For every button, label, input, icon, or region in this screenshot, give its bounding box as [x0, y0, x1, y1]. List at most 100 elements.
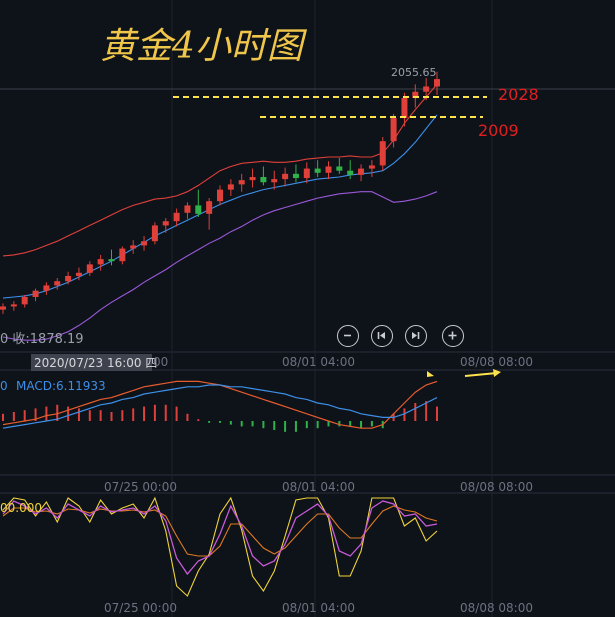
candle-body[interactable]: [65, 275, 72, 282]
candle-body[interactable]: [347, 170, 354, 175]
crosshair-time-text: 2020/07/23 16:00 四: [34, 356, 157, 370]
candle-body[interactable]: [0, 306, 6, 310]
macd-histogram-bar: [338, 421, 341, 427]
macd-histogram-bar: [121, 410, 124, 421]
macd-histogram-bar: [316, 421, 319, 429]
macd-value-label: MACD:6.11933: [16, 379, 106, 393]
candle-body[interactable]: [32, 290, 39, 297]
candle-body[interactable]: [75, 272, 82, 276]
candle-body[interactable]: [423, 86, 430, 92]
macd-histogram-bar: [219, 421, 221, 423]
x-tick-label: 08/01 04:00: [282, 355, 355, 369]
chart-stage: 黄金4小时图 2055.65 2028 2009 0 收:1878.19 2020/07/…: [0, 0, 615, 617]
macd-histogram-bar: [88, 410, 91, 421]
x-tick-label: 08/01 04:00: [282, 480, 355, 494]
zoom-out-button[interactable]: [337, 325, 359, 347]
level-label-2028: 2028: [498, 85, 539, 104]
candle-body[interactable]: [401, 98, 408, 119]
chart-canvas[interactable]: 黄金4小时图 2055.65 2028 2009 0 收:1878.19 2020/07/…: [0, 0, 615, 617]
macd-histogram-bar: [284, 421, 287, 432]
bollinger-middle-line: [2, 114, 438, 299]
macd-histogram-bar: [175, 406, 178, 421]
x-tick-label: 07/25 00:00: [104, 480, 177, 494]
candle-body[interactable]: [195, 205, 202, 214]
last-price-label: 2055.65: [391, 66, 437, 79]
macd-histogram-bar: [12, 412, 15, 421]
candle-body[interactable]: [151, 225, 158, 242]
macd-histogram-bar: [164, 404, 167, 421]
macd-histogram-bar: [436, 406, 438, 421]
candle-body[interactable]: [303, 168, 310, 179]
macd-histogram-bar: [153, 404, 156, 421]
candle-body[interactable]: [217, 189, 223, 202]
macd-histogram-bar: [370, 421, 373, 427]
candle-body[interactable]: [206, 201, 213, 214]
candle-body[interactable]: [379, 141, 386, 166]
macd-histogram-bar: [23, 410, 26, 421]
candle-body[interactable]: [97, 259, 104, 265]
macd-histogram-bar: [251, 421, 254, 427]
macd-histogram-bar: [186, 413, 189, 421]
macd-histogram-bar: [262, 421, 265, 429]
macd-histogram-bar: [45, 406, 48, 421]
candle-body[interactable]: [325, 166, 332, 173]
x-tick-label: 08/08 08:00: [460, 480, 533, 494]
level-label-2009: 2009: [478, 121, 519, 140]
candle-body[interactable]: [141, 241, 148, 246]
candle-body[interactable]: [162, 221, 169, 226]
candle-body[interactable]: [108, 259, 115, 262]
candle-body[interactable]: [390, 118, 397, 142]
macd-histogram-bar: [67, 406, 70, 421]
close-price-readout: 0 收:1878.19: [0, 332, 84, 347]
macd-histogram-bar: [197, 419, 200, 421]
candle-body[interactable]: [292, 173, 299, 179]
macd-histogram-bar: [132, 408, 135, 421]
candle-body[interactable]: [119, 248, 126, 262]
macd-histogram-bar: [360, 421, 363, 429]
candle-body[interactable]: [336, 166, 343, 171]
minus-icon: [344, 334, 351, 337]
candle-body[interactable]: [282, 173, 289, 180]
candle-body[interactable]: [173, 212, 180, 222]
candle-body[interactable]: [238, 180, 245, 185]
kdj-k-line: [2, 500, 438, 576]
zoom-in-button[interactable]: [442, 325, 464, 347]
candle-body[interactable]: [260, 177, 267, 183]
previous-button[interactable]: [371, 325, 393, 347]
macd-histogram-bar: [2, 413, 4, 421]
bollinger-lower-line: [2, 191, 438, 341]
candle-body[interactable]: [43, 285, 50, 291]
candle-body[interactable]: [314, 168, 321, 173]
candle-body[interactable]: [130, 245, 137, 249]
macd-histogram-bar: [143, 406, 146, 421]
macd-histogram-bar: [273, 421, 276, 430]
candle-body[interactable]: [86, 264, 93, 273]
kdj-value-label: 00.000: [0, 501, 42, 515]
macd-histogram-bar: [229, 421, 232, 425]
macd-histogram-bar: [305, 421, 308, 429]
candle-body[interactable]: [434, 79, 440, 87]
kdj-j-line: [2, 496, 438, 597]
candle-body[interactable]: [249, 177, 256, 181]
macd-histogram-bar: [110, 412, 113, 421]
macd-histogram-bar: [414, 403, 417, 421]
candle-body[interactable]: [54, 281, 61, 286]
macd-histogram-bar: [349, 421, 352, 427]
candle-body[interactable]: [271, 179, 278, 183]
candle-body[interactable]: [227, 184, 234, 190]
x-tick-label: 08/01 04:00: [282, 601, 355, 615]
annotation-tick-marker: [427, 371, 434, 377]
candle-body[interactable]: [184, 205, 191, 213]
candle-body[interactable]: [10, 304, 17, 307]
macd-histogram-bar: [208, 421, 211, 423]
x-tick-label: 08/08 08:00: [460, 601, 533, 615]
x-tick-label: 08/08 08:00: [460, 355, 533, 369]
macd-histogram-bar: [425, 401, 428, 421]
macd-histogram-bar: [294, 421, 297, 432]
candle-body[interactable]: [21, 297, 28, 305]
next-button[interactable]: [405, 325, 427, 347]
candle-body[interactable]: [368, 165, 375, 169]
candle-body[interactable]: [358, 168, 365, 175]
macd-histogram-bar: [240, 421, 243, 427]
macd-histogram-bar: [77, 408, 80, 421]
